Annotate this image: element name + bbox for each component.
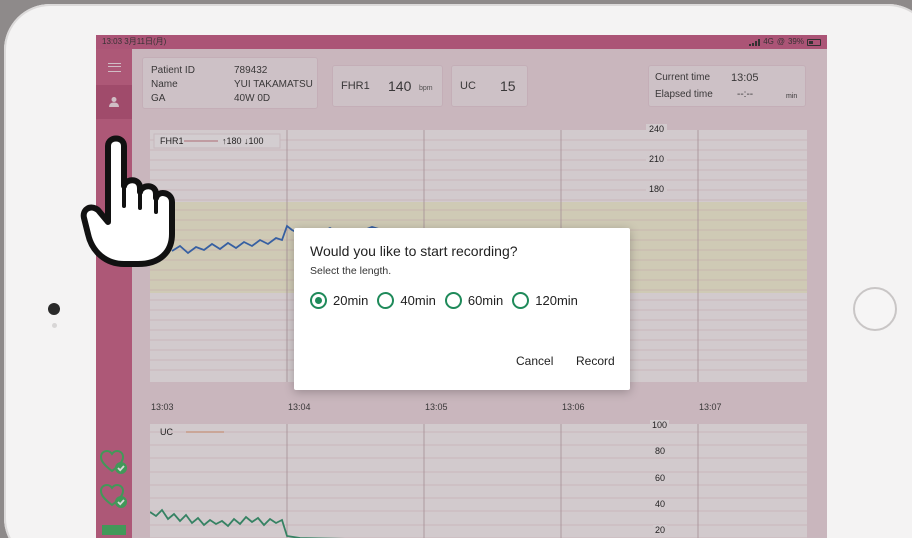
length-options: 20min 40min 60min 120min xyxy=(310,292,587,309)
dialog-subtitle: Select the length. xyxy=(310,265,392,277)
option-20min[interactable]: 20min xyxy=(310,292,368,309)
radio-icon[interactable] xyxy=(377,292,395,309)
option-label: 20min xyxy=(333,293,369,308)
radio-icon[interactable] xyxy=(512,292,530,309)
radio-icon[interactable] xyxy=(444,292,462,309)
start-recording-dialog: Would you like to start recording? Selec… xyxy=(294,228,630,390)
radio-selected-icon[interactable] xyxy=(310,292,327,309)
camera-sensor xyxy=(52,323,57,328)
home-button[interactable] xyxy=(853,287,897,331)
pointing-hand-icon xyxy=(80,135,175,267)
front-camera xyxy=(48,303,60,315)
option-label: 60min xyxy=(467,293,504,308)
cancel-button[interactable]: Cancel xyxy=(516,354,553,368)
option-label: 40min xyxy=(400,293,436,308)
option-40min[interactable]: 40min xyxy=(377,292,436,309)
record-button[interactable]: Record xyxy=(576,354,615,368)
option-120min[interactable]: 120min xyxy=(512,292,578,309)
option-60min[interactable]: 60min xyxy=(444,292,504,309)
option-label: 120min xyxy=(535,293,578,308)
dialog-title: Would you like to start recording? xyxy=(310,243,518,259)
